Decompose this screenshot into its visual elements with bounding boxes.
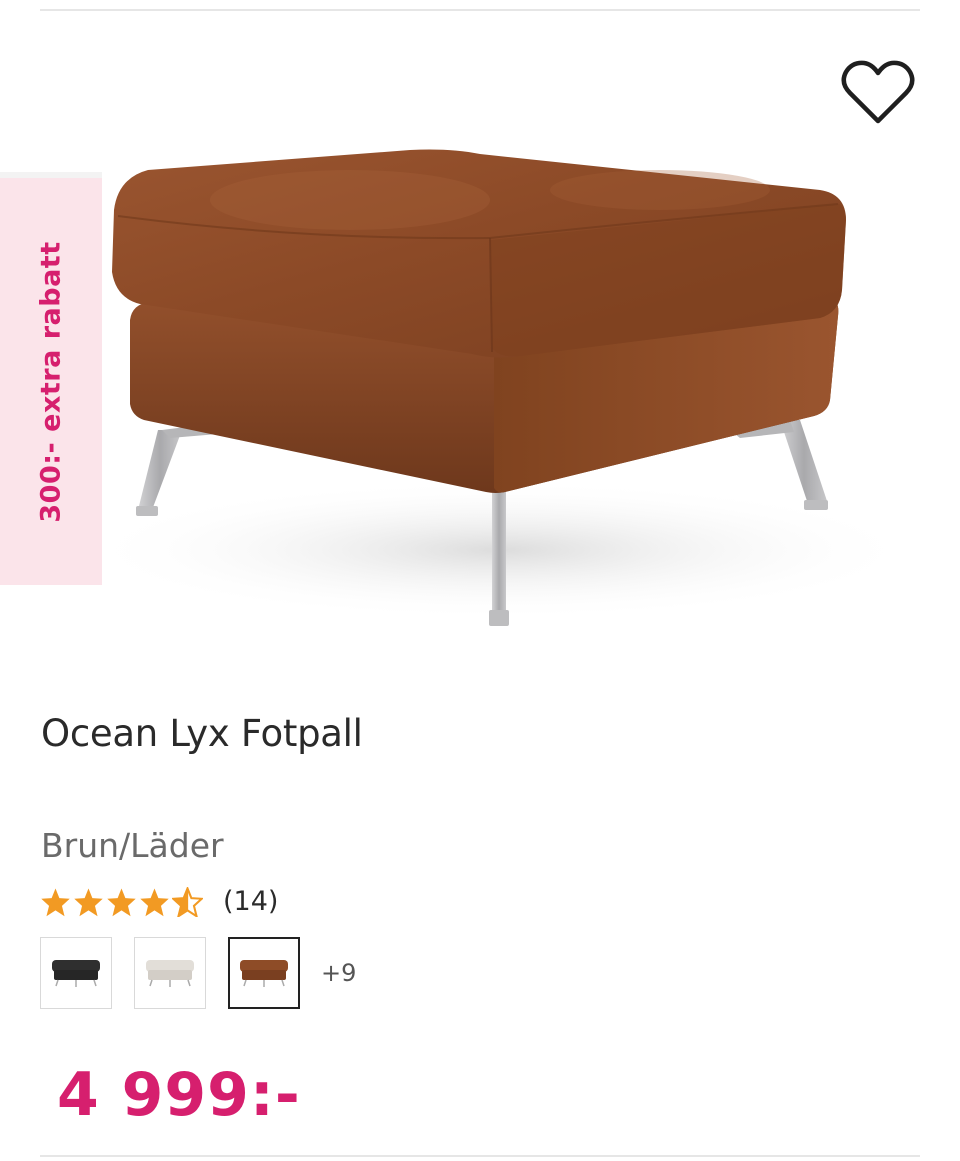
ottoman-thumbnail <box>52 960 100 987</box>
ottoman-thumbnail <box>146 960 194 987</box>
bottom-divider <box>40 1155 920 1157</box>
star-icon <box>139 887 170 917</box>
more-colors-link[interactable]: +9 <box>321 959 356 987</box>
product-rating[interactable]: (14) <box>40 886 278 917</box>
review-count: (14) <box>223 886 279 917</box>
star-icon <box>73 887 104 917</box>
product-price: 4 999:- <box>57 1060 301 1130</box>
ottoman-thumbnail <box>240 960 288 987</box>
product-image[interactable] <box>100 120 930 680</box>
star-half-icon <box>172 886 203 917</box>
rating-stars <box>40 886 203 917</box>
swatch-black[interactable] <box>40 937 112 1009</box>
wishlist-button[interactable] <box>838 57 918 129</box>
product-title[interactable]: Ocean Lyx Fotpall <box>41 712 363 755</box>
product-variant: Brun/Läder <box>41 826 224 865</box>
top-divider <box>40 9 920 11</box>
color-swatches: +9 <box>40 937 356 1009</box>
star-icon <box>106 887 137 917</box>
swatch-beige[interactable] <box>134 937 206 1009</box>
promo-badge: 300:- extra rabatt <box>0 172 102 585</box>
star-icon <box>40 887 71 917</box>
swatch-brown[interactable] <box>228 937 300 1009</box>
heart-outline-icon <box>841 60 915 124</box>
promo-badge-text: 300:- extra rabatt <box>35 240 67 523</box>
